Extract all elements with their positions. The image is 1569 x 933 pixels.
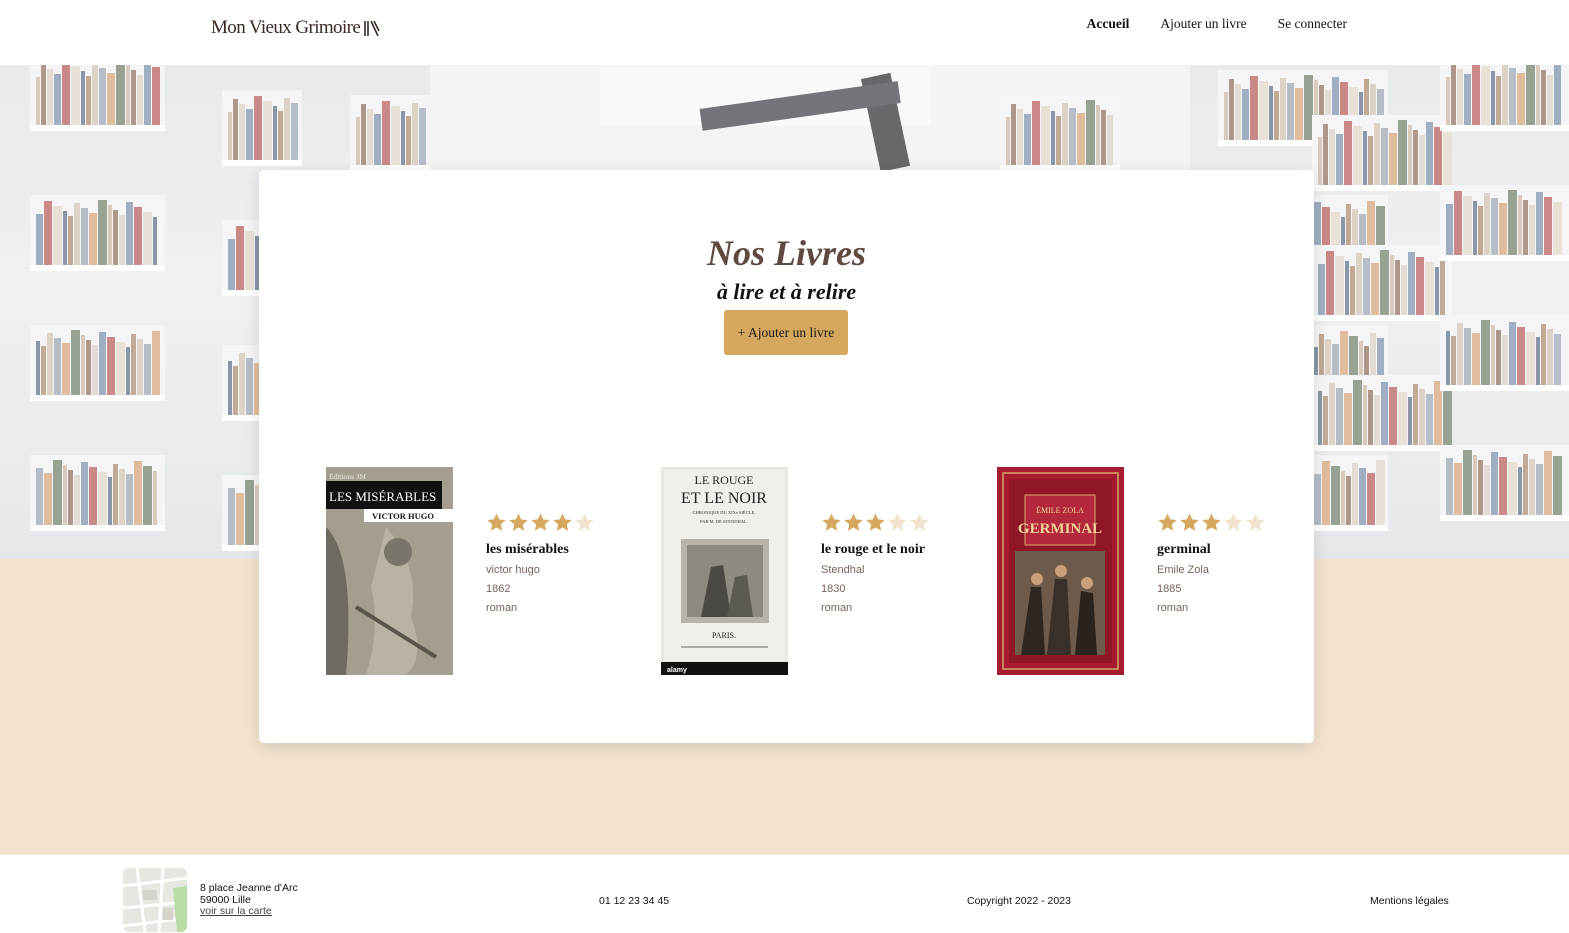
svg-text:Éditions 3M: Éditions 3M [329, 473, 366, 481]
rating-stars [1157, 512, 1266, 534]
svg-text:PAR M. DE STENDHAL.: PAR M. DE STENDHAL. [700, 519, 748, 524]
star-filled-icon [553, 513, 572, 531]
map-thumbnail[interactable] [123, 868, 187, 932]
books-icon [364, 20, 380, 37]
book-card[interactable]: ÉMILE ZOLA GERMINAL germinal Emile Zola … [997, 467, 1277, 677]
site-logo[interactable]: Mon Vieux Grimoire [211, 17, 380, 39]
book-year: 1830 [821, 583, 846, 595]
address-line-1: 8 place Jeanne d'Arc [200, 882, 298, 894]
star-empty-icon [910, 513, 929, 531]
site-footer: 8 place Jeanne d'Arc 59000 Lille voir su… [0, 855, 1569, 933]
book-card[interactable]: Éditions 3M LES MISÉRABLES VICTOR HUGO l… [326, 467, 606, 677]
footer-address: 8 place Jeanne d'Arc 59000 Lille voir su… [200, 882, 298, 918]
book-title: germinal [1157, 542, 1211, 557]
book-title: le rouge et le noir [821, 542, 925, 557]
legal-notice-link[interactable]: Mentions légales [1370, 895, 1449, 907]
map-link[interactable]: voir sur la carte [200, 905, 272, 917]
book-genre: roman [821, 602, 853, 614]
star-filled-icon [1158, 513, 1177, 531]
star-filled-icon [509, 513, 528, 531]
book-info: germinal Emile Zola 1885 roman [1157, 512, 1266, 614]
book-year: 1885 [1157, 583, 1182, 595]
main-nav: Accueil Ajouter un livre Se connecter [1087, 16, 1347, 32]
svg-text:LE ROUGE: LE ROUGE [695, 473, 754, 487]
star-filled-icon [531, 513, 550, 531]
svg-text:LES MISÉRABLES: LES MISÉRABLES [329, 489, 436, 504]
svg-text:GERMINAL: GERMINAL [1018, 521, 1102, 537]
book-cover-les-miserables: Éditions 3M LES MISÉRABLES VICTOR HUGO [326, 467, 453, 675]
book-year: 1862 [486, 583, 511, 595]
book-info: les misérables victor hugo 1862 roman [486, 512, 595, 614]
footer-copyright: Copyright 2022 - 2023 [967, 895, 1071, 907]
svg-text:alamy: alamy [667, 667, 687, 674]
brand-name: Mon Vieux Grimoire [211, 17, 361, 38]
rating-stars [821, 512, 930, 534]
nav-item-se-connecter[interactable]: Se connecter [1278, 16, 1347, 32]
star-filled-icon [487, 513, 506, 531]
book-card[interactable]: LE ROUGE ET LE NOIR CHRONIQUE DU XIXe SI… [661, 467, 941, 677]
book-author: Stendhal [821, 564, 865, 576]
book-genre: roman [1157, 602, 1189, 614]
star-filled-icon [866, 513, 885, 531]
star-filled-icon [1202, 513, 1221, 531]
nav-item-ajouter-livre[interactable]: Ajouter un livre [1160, 16, 1246, 32]
rating-stars [486, 512, 595, 534]
svg-text:ÉMILE ZOLA: ÉMILE ZOLA [1036, 505, 1084, 515]
book-cover-le-rouge-et-le-noir: LE ROUGE ET LE NOIR CHRONIQUE DU XIXe SI… [661, 467, 788, 675]
star-empty-icon [1224, 513, 1243, 531]
svg-text:PARIS.: PARIS. [712, 631, 736, 640]
page-subtitle: à lire et à relire [716, 279, 857, 304]
book-title: les misérables [486, 542, 569, 557]
book-genre: roman [486, 602, 518, 614]
svg-text:ET LE NOIR: ET LE NOIR [681, 490, 767, 507]
book-author: Emile Zola [1157, 564, 1209, 576]
star-filled-icon [844, 513, 863, 531]
books-card: Nos Livres à lire et à relire + Ajouter … [259, 170, 1314, 743]
star-empty-icon [575, 513, 594, 531]
book-info: le rouge et le noir Stendhal 1830 roman [821, 512, 930, 614]
nav-item-accueil[interactable]: Accueil [1087, 16, 1130, 32]
book-cover-germinal: ÉMILE ZOLA GERMINAL [997, 467, 1124, 675]
star-filled-icon [822, 513, 841, 531]
footer-phone: 01 12 23 34 45 [599, 895, 670, 907]
star-empty-icon [1246, 513, 1265, 531]
star-filled-icon [1180, 513, 1199, 531]
svg-text:VICTOR HUGO: VICTOR HUGO [372, 511, 434, 521]
star-empty-icon [888, 513, 907, 531]
book-author: victor hugo [486, 564, 540, 576]
site-header: Mon Vieux Grimoire Accueil Ajouter un li… [0, 0, 1569, 65]
book-list: Éditions 3M LES MISÉRABLES VICTOR HUGO l… [326, 467, 1266, 677]
page-title: Nos Livres [707, 233, 866, 273]
add-book-button[interactable]: + Ajouter un livre [724, 310, 848, 355]
